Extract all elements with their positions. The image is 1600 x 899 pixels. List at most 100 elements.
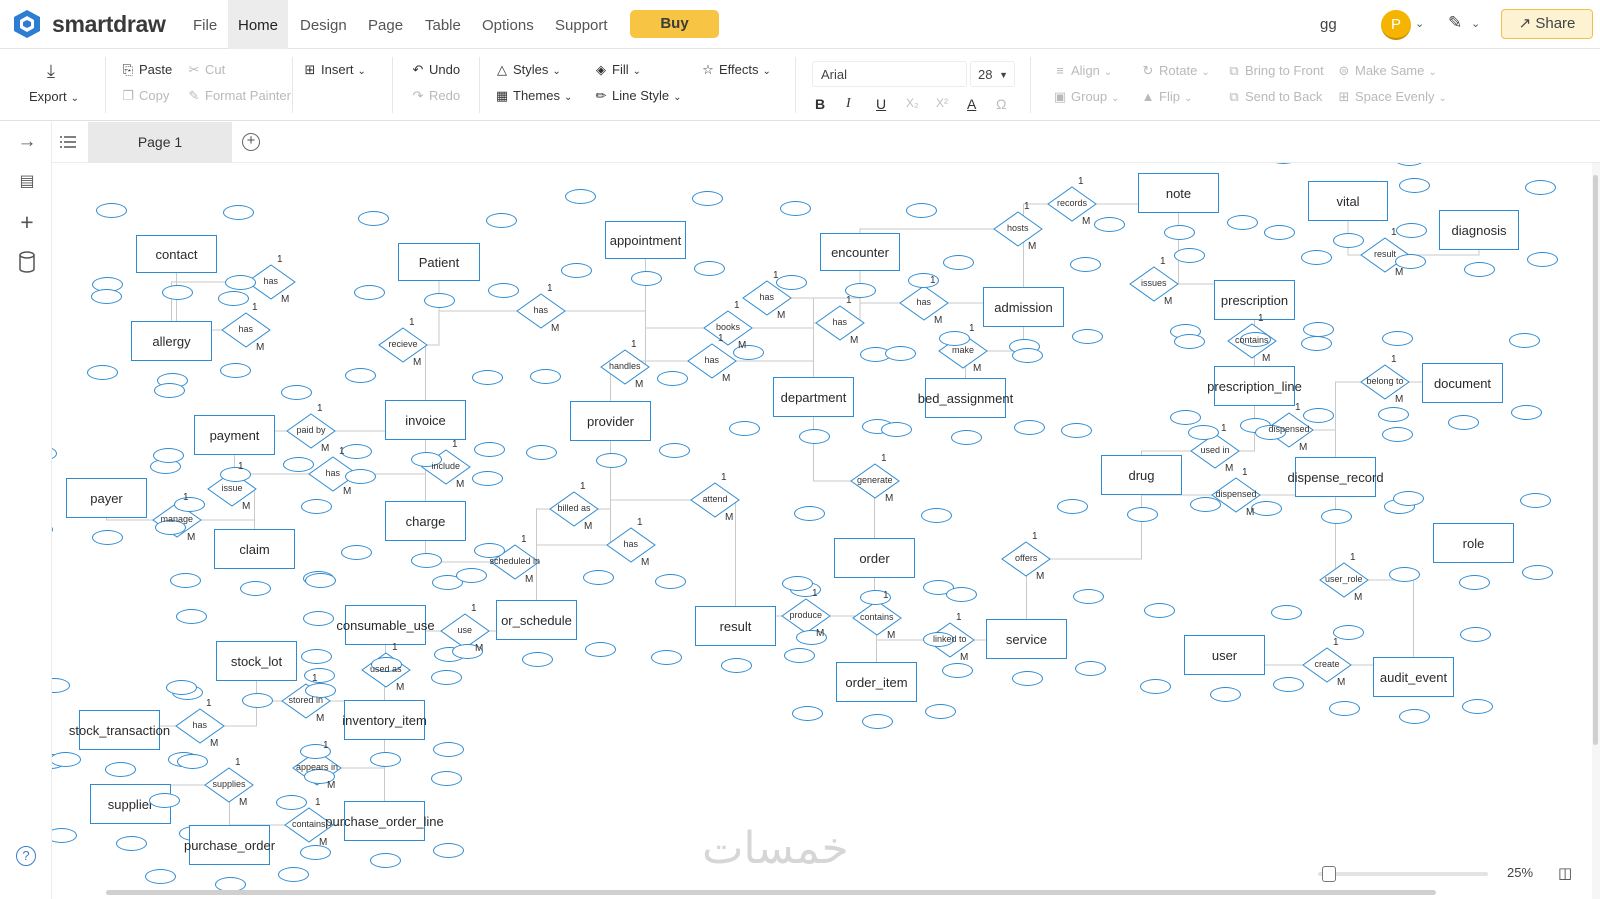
attribute-ellipse[interactable] [345,368,376,383]
diagram-sheet[interactable]: contact Patient appointment encounter note vi… [52,163,1592,899]
attribute-ellipse[interactable] [794,506,825,521]
insert-button[interactable]: ⊞ Insert ⌄ [302,62,366,78]
attribute-ellipse[interactable] [225,275,256,290]
attribute-ellipse[interactable] [433,843,464,858]
add-page-icon[interactable]: + [242,133,260,151]
attribute-ellipse[interactable] [166,680,197,695]
send-to-back-button[interactable]: ⧉ Send to Back [1226,89,1322,105]
attribute-ellipse[interactable] [950,430,982,445]
attribute-ellipse[interactable] [1329,701,1360,716]
entity-service[interactable]: service [986,619,1067,659]
attribute-ellipse[interactable] [91,530,123,545]
subscript-button[interactable]: X₂ [906,96,919,110]
attribute-ellipse[interactable] [583,570,614,585]
menu-design[interactable]: Design [290,0,357,49]
attribute-ellipse[interactable] [655,574,686,589]
attribute-ellipse[interactable] [881,422,912,437]
attribute-ellipse[interactable] [153,448,184,463]
attribute-ellipse[interactable] [154,383,185,398]
vertical-scrollbar[interactable] [1593,175,1598,745]
user-initials[interactable]: gg [1320,16,1337,33]
entity-stock-lot[interactable]: stock_lot [216,641,297,681]
attribute-ellipse[interactable] [776,275,807,290]
attribute-ellipse[interactable] [369,853,401,868]
undo-button[interactable]: ↶ Undo [410,62,461,78]
entity-Patient[interactable]: Patient [398,243,480,281]
export-button[interactable]: Export ⌄ [29,89,79,104]
attribute-ellipse[interactable] [91,289,122,304]
attribute-ellipse[interactable] [1273,677,1304,692]
attribute-ellipse[interactable] [1303,408,1334,423]
attribute-ellipse[interactable] [431,771,462,786]
attribute-ellipse[interactable] [219,467,251,482]
attribute-ellipse[interactable] [921,508,952,523]
font-family-select[interactable]: Arial [812,61,967,87]
attribute-ellipse[interactable] [530,369,561,384]
attribute-ellipse[interactable] [1190,497,1221,512]
attribute-ellipse[interactable] [925,704,956,719]
attribute-ellipse[interactable] [472,370,503,385]
attribute-ellipse[interactable] [1014,420,1045,435]
attribute-ellipse[interactable] [161,285,193,300]
menu-options[interactable]: Options [472,0,544,49]
attribute-ellipse[interactable] [433,742,464,757]
line-style-button[interactable]: ✏ Line Style ⌄ [593,88,682,104]
entity-charge[interactable]: charge [385,501,466,541]
entity-allergy[interactable]: allergy [131,321,212,361]
superscript-button[interactable]: X² [936,96,948,110]
attribute-ellipse[interactable] [174,497,205,512]
entity-prescription-line[interactable]: prescription_line [1207,366,1302,406]
attribute-ellipse[interactable] [1382,427,1413,442]
attribute-ellipse[interactable] [946,587,977,602]
entity-payment[interactable]: payment [194,415,275,455]
attribute-ellipse[interactable] [1271,605,1302,620]
menu-page[interactable]: Page [358,0,413,49]
attribute-ellipse[interactable] [1509,333,1540,348]
attribute-ellipse[interactable] [488,283,519,298]
attribute-ellipse[interactable] [303,611,334,626]
attribute-ellipse[interactable] [1061,423,1092,438]
attribute-ellipse[interactable] [1163,225,1195,240]
attribute-ellipse[interactable] [220,363,251,378]
attribute-ellipse[interactable] [145,869,176,884]
attribute-ellipse[interactable] [431,670,462,685]
attribute-ellipse[interactable] [1251,501,1282,516]
attribute-ellipse[interactable] [474,442,505,457]
entity-purchase-order-line[interactable]: purchase_order_line [325,801,444,841]
attribute-ellipse[interactable] [1170,410,1201,425]
attribute-ellipse[interactable] [369,752,401,767]
entity-or-schedule[interactable]: or_schedule [496,600,577,640]
attribute-ellipse[interactable] [358,211,389,226]
entity-dispense-record[interactable]: dispense_record [1287,457,1384,497]
attribute-ellipse[interactable] [1458,575,1490,590]
attribute-ellipse[interactable] [1525,180,1556,195]
entity-prescription[interactable]: prescription [1214,280,1295,320]
attribute-ellipse[interactable] [798,429,830,444]
attribute-ellipse[interactable] [345,469,376,484]
attribute-ellipse[interactable] [1378,407,1409,422]
zoom-slider-handle[interactable] [1322,866,1336,882]
drawing-canvas[interactable]: contact Patient appointment encounter note vi… [52,163,1600,899]
special-char-button[interactable]: Ω [996,96,1006,112]
attribute-ellipse[interactable] [170,573,201,588]
entity-stock-transaction[interactable]: stock_transaction [69,710,170,750]
attribute-ellipse[interactable] [276,795,307,810]
attribute-ellipse[interactable] [526,445,557,460]
attribute-ellipse[interactable] [354,285,385,300]
attribute-ellipse[interactable] [1511,405,1542,420]
page-list-icon[interactable] [58,132,78,152]
entity-role[interactable]: role [1433,523,1514,563]
attribute-ellipse[interactable] [149,793,180,808]
attribute-ellipse[interactable] [1398,709,1430,724]
toolbox-icon[interactable]: ▤ [16,171,38,193]
attribute-ellipse[interactable] [1460,627,1491,642]
attribute-ellipse[interactable] [792,706,823,721]
entity-department[interactable]: department [773,377,854,417]
attribute-ellipse[interactable] [1012,348,1043,363]
font-size-select[interactable]: 28 ▼ [970,61,1015,87]
make-same-button[interactable]: ⊜ Make Same ⌄ [1336,63,1437,79]
attribute-ellipse[interactable] [782,576,813,591]
attribute-ellipse[interactable] [942,663,973,678]
attribute-ellipse[interactable] [1389,567,1420,582]
attribute-ellipse[interactable] [177,754,208,769]
